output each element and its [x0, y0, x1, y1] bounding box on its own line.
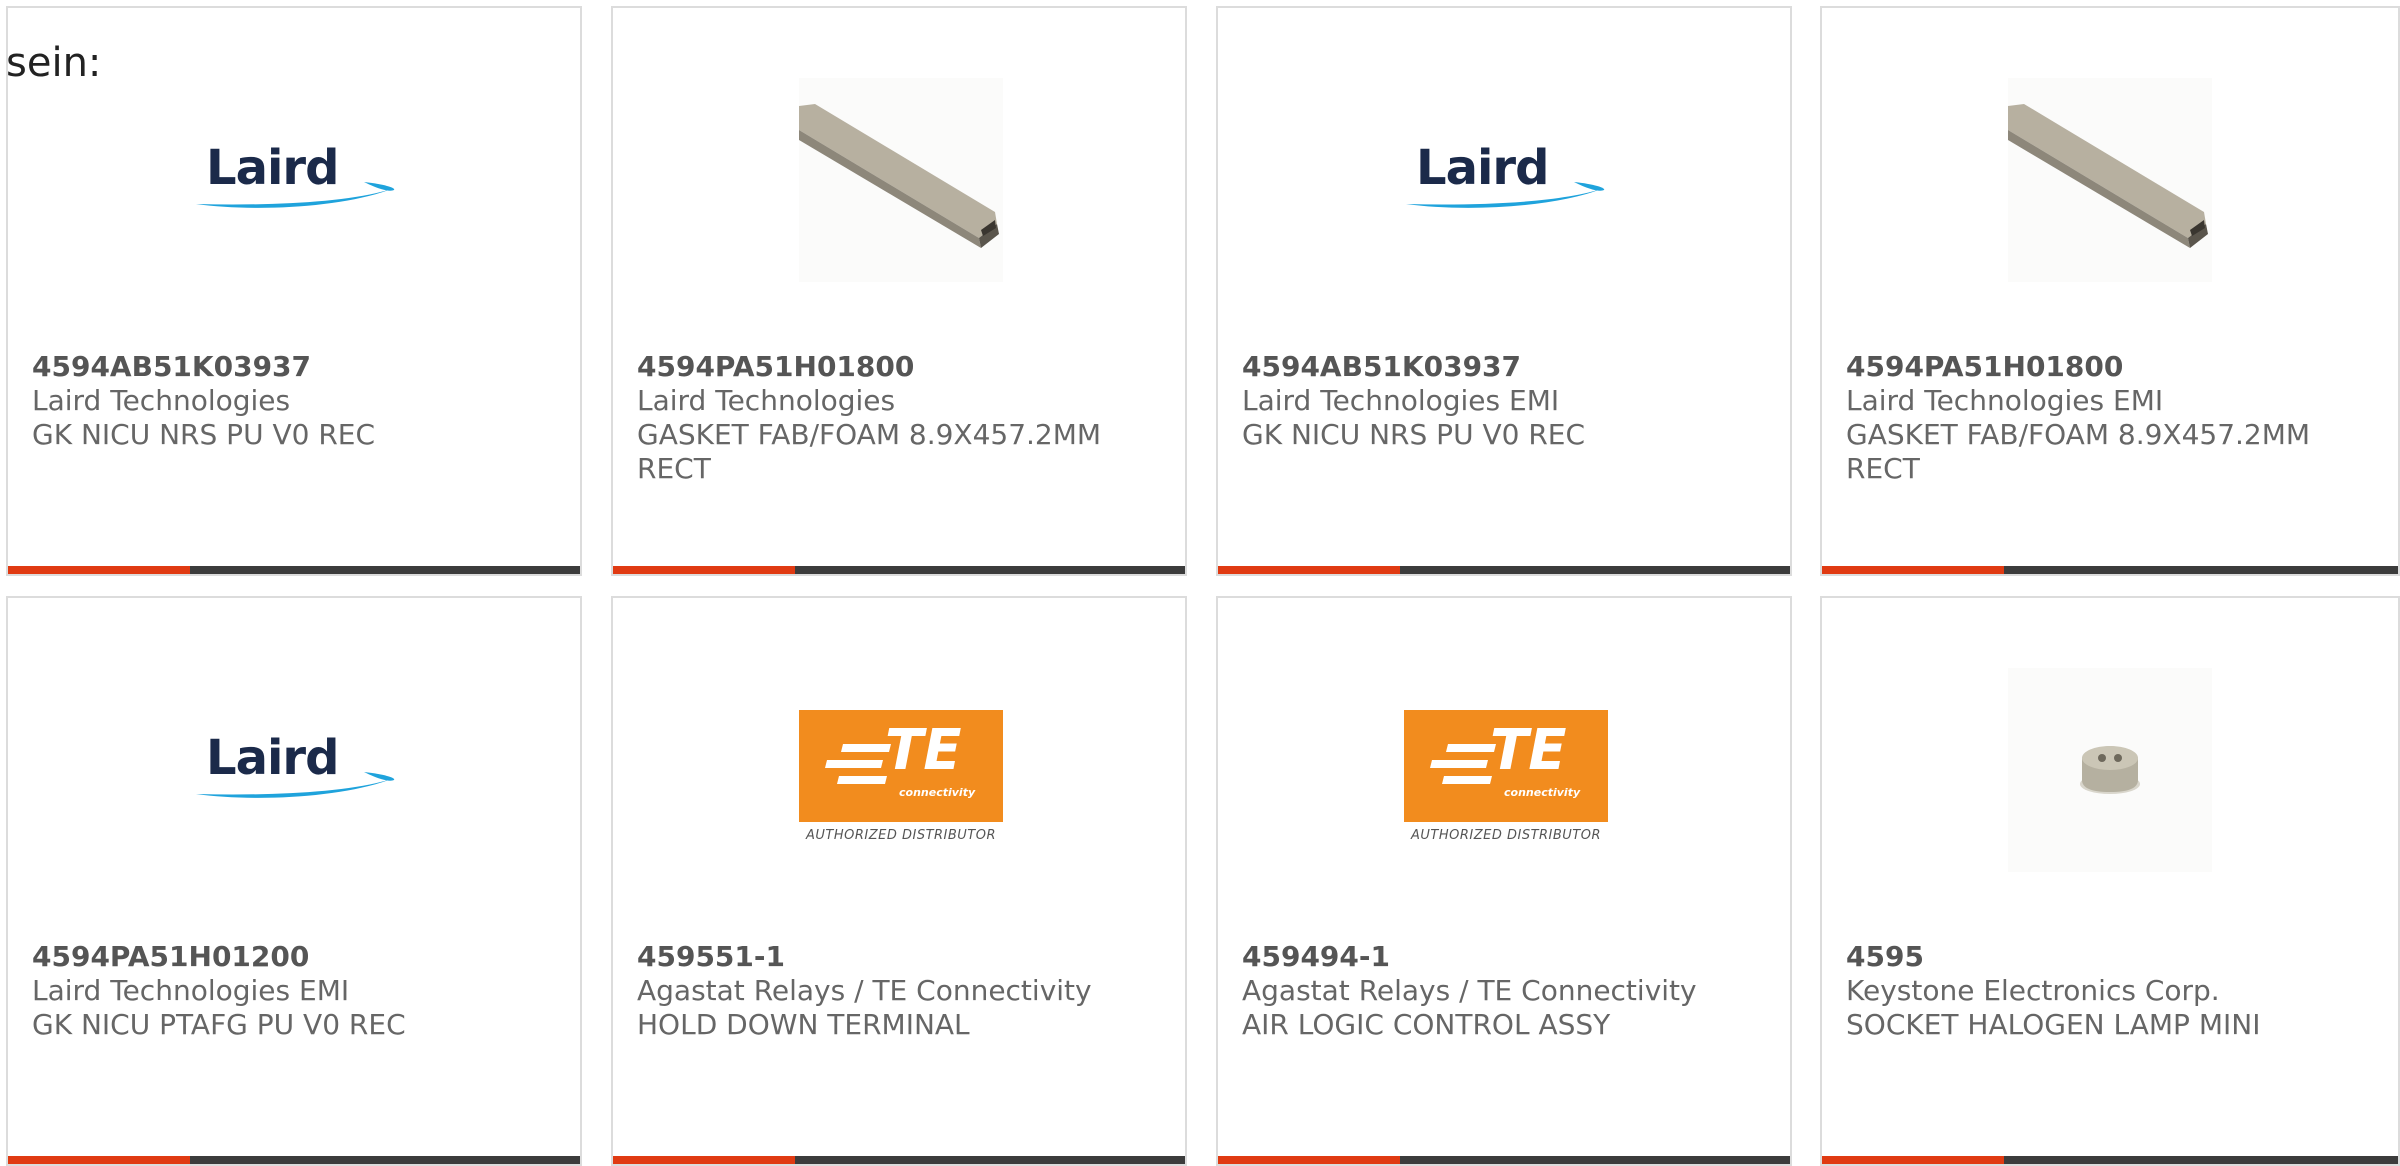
- authorized-distributor-label: AUTHORIZED DISTRIBUTOR: [1410, 828, 1602, 843]
- te-connectivity-logo: TE connectivity AUTHORIZED DISTRIBUTOR: [799, 700, 1003, 843]
- gasket-strip-photo: [799, 78, 1003, 282]
- part-number-link[interactable]: 4594PA51H01800: [637, 350, 1157, 384]
- product-info: 459494-1 Agastat Relays / TE Connectivit…: [1242, 940, 1762, 1042]
- product-card[interactable]: Laird 4594PA51H01200 Laird Technologies …: [6, 596, 582, 1166]
- card-accent-bar: [1822, 1156, 2398, 1164]
- manufacturer-name: Laird Technologies EMI: [32, 974, 350, 1007]
- te-stripes-icon: [825, 744, 891, 784]
- card-accent-bar: [613, 566, 1185, 574]
- te-connectivity-logo: TE connectivity AUTHORIZED DISTRIBUTOR: [1404, 700, 1608, 843]
- card-accent-bar: [1822, 566, 2398, 574]
- product-info: 4594AB51K03937 Laird Technologies GK NIC…: [32, 350, 552, 452]
- product-image[interactable]: [2008, 78, 2212, 282]
- product-info: 4594PA51H01800 Laird Technologies EMI GA…: [1846, 350, 2366, 486]
- product-description: GASKET FAB/FOAM 8.9X457.2MM RECT: [1846, 418, 2311, 485]
- laird-swoosh-icon: [196, 772, 395, 798]
- manufacturer-name: Keystone Electronics Corp.: [1846, 974, 2220, 1007]
- product-card[interactable]: Laird 4594AB51K03937 Laird Technologies …: [6, 6, 582, 576]
- part-number-link[interactable]: 459551-1: [637, 940, 1157, 974]
- card-accent-bar: [1218, 566, 1790, 574]
- product-card[interactable]: 4594PA51H01800 Laird Technologies GASKET…: [611, 6, 1187, 576]
- product-card[interactable]: Laird 4594AB51K03937 Laird Technologies …: [1216, 6, 1792, 576]
- page-heading: sein:: [6, 40, 102, 86]
- part-number-link[interactable]: 4594AB51K03937: [32, 350, 552, 384]
- laird-logo: Laird: [194, 730, 398, 810]
- product-image[interactable]: Laird: [194, 78, 398, 282]
- product-card[interactable]: 4594PA51H01800 Laird Technologies EMI GA…: [1820, 6, 2400, 576]
- part-number-link[interactable]: 4594AB51K03937: [1242, 350, 1762, 384]
- card-accent-highlight: [613, 1156, 795, 1164]
- te-logo-mark: TE: [1490, 718, 1567, 783]
- product-description: GK NICU NRS PU V0 REC: [32, 418, 376, 451]
- manufacturer-name: Laird Technologies EMI: [1242, 384, 1560, 417]
- product-description: GASKET FAB/FOAM 8.9X457.2MM RECT: [637, 418, 1102, 485]
- card-accent-highlight: [1822, 1156, 2004, 1164]
- manufacturer-name: Laird Technologies: [637, 384, 896, 417]
- product-image[interactable]: Laird: [1404, 78, 1608, 282]
- product-description: HOLD DOWN TERMINAL: [637, 1008, 970, 1041]
- product-info: 4594AB51K03937 Laird Technologies EMI GK…: [1242, 350, 1762, 452]
- card-accent-bar: [613, 1156, 1185, 1164]
- laird-logo: Laird: [194, 140, 398, 220]
- product-image[interactable]: TE connectivity AUTHORIZED DISTRIBUTOR: [799, 668, 1003, 872]
- te-logo-sub: connectivity: [899, 786, 976, 799]
- part-number-link[interactable]: 4595: [1846, 940, 2366, 974]
- part-number-link[interactable]: 4594PA51H01200: [32, 940, 552, 974]
- product-info: 459551-1 Agastat Relays / TE Connectivit…: [637, 940, 1157, 1042]
- manufacturer-name: Agastat Relays / TE Connectivity: [1242, 974, 1697, 1007]
- manufacturer-name: Laird Technologies EMI: [1846, 384, 2164, 417]
- laird-swoosh-icon: [196, 182, 395, 208]
- laird-swoosh-icon: [1406, 182, 1605, 208]
- manufacturer-name: Agastat Relays / TE Connectivity: [637, 974, 1092, 1007]
- product-image[interactable]: Laird: [194, 668, 398, 872]
- product-image[interactable]: [2008, 668, 2212, 872]
- card-accent-highlight: [8, 1156, 190, 1164]
- card-accent-highlight: [1218, 1156, 1400, 1164]
- card-accent-bar: [8, 566, 580, 574]
- te-logo-mark: TE: [885, 718, 962, 783]
- product-image[interactable]: TE connectivity AUTHORIZED DISTRIBUTOR: [1404, 668, 1608, 872]
- te-logo-sub: connectivity: [1504, 786, 1581, 799]
- product-card[interactable]: TE connectivity AUTHORIZED DISTRIBUTOR 4…: [1216, 596, 1792, 1166]
- product-description: AIR LOGIC CONTROL ASSY: [1242, 1008, 1611, 1041]
- card-accent-bar: [8, 1156, 580, 1164]
- product-description: GK NICU NRS PU V0 REC: [1242, 418, 1586, 451]
- product-info: 4595 Keystone Electronics Corp. SOCKET H…: [1846, 940, 2366, 1042]
- product-card[interactable]: TE connectivity AUTHORIZED DISTRIBUTOR 4…: [611, 596, 1187, 1166]
- lamp-socket-photo: [2008, 668, 2212, 872]
- product-info: 4594PA51H01200 Laird Technologies EMI GK…: [32, 940, 552, 1042]
- authorized-distributor-label: AUTHORIZED DISTRIBUTOR: [805, 828, 997, 843]
- gasket-strip-photo: [2008, 78, 2212, 282]
- product-description: GK NICU PTAFG PU V0 REC: [32, 1008, 406, 1041]
- card-accent-highlight: [613, 566, 795, 574]
- card-accent-bar: [1218, 1156, 1790, 1164]
- part-number-link[interactable]: 459494-1: [1242, 940, 1762, 974]
- manufacturer-name: Laird Technologies: [32, 384, 291, 417]
- product-card[interactable]: 4595 Keystone Electronics Corp. SOCKET H…: [1820, 596, 2400, 1166]
- product-info: 4594PA51H01800 Laird Technologies GASKET…: [637, 350, 1157, 486]
- product-image[interactable]: [799, 78, 1003, 282]
- product-description: SOCKET HALOGEN LAMP MINI: [1846, 1008, 2261, 1041]
- card-accent-highlight: [1218, 566, 1400, 574]
- laird-logo: Laird: [1404, 140, 1608, 220]
- part-number-link[interactable]: 4594PA51H01800: [1846, 350, 2366, 384]
- card-accent-highlight: [8, 566, 190, 574]
- te-stripes-icon: [1430, 744, 1496, 784]
- card-accent-highlight: [1822, 566, 2004, 574]
